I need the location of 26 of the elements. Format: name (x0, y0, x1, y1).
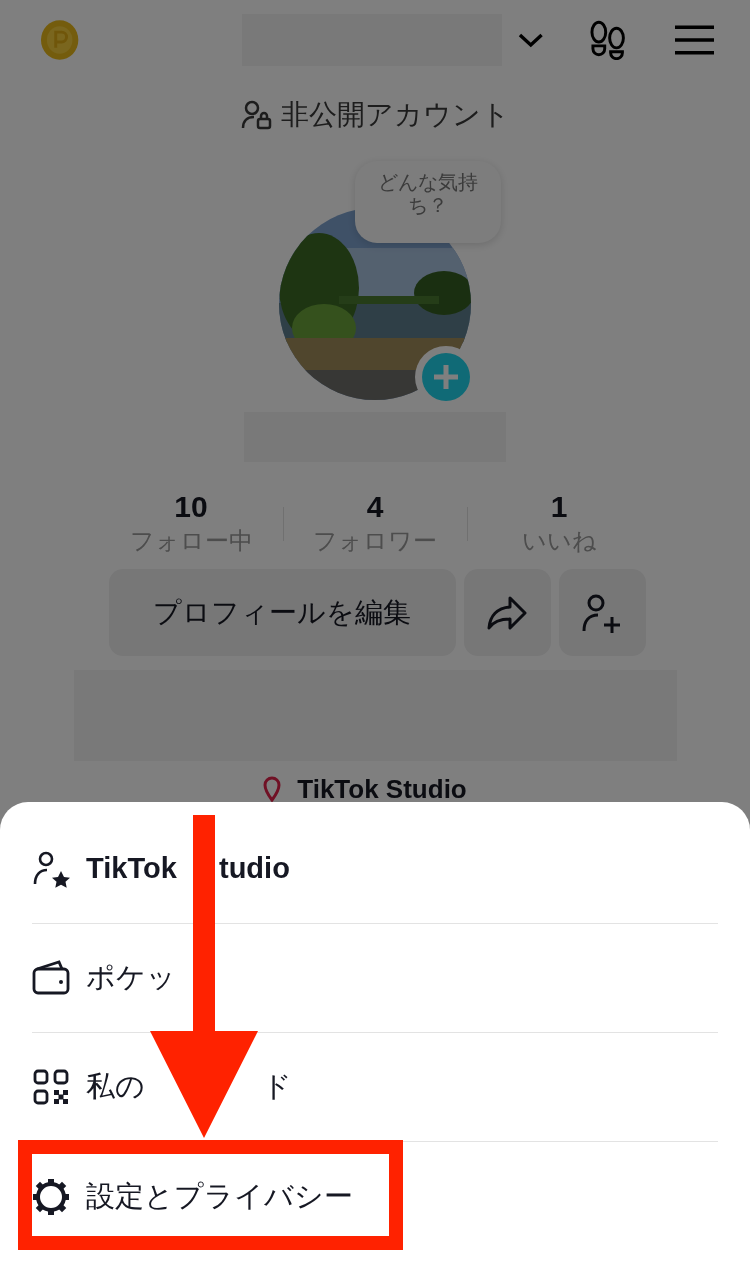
menu-label: ポケッ (86, 960, 176, 996)
stat-count: 4 (366, 490, 384, 524)
footprints-icon[interactable] (589, 20, 627, 60)
wallet-icon (32, 959, 70, 997)
stat-count: 1 (550, 490, 568, 524)
menu-label: ド (262, 1069, 292, 1105)
qr-code-icon (32, 1068, 70, 1106)
menu-label: TikTok (86, 851, 177, 887)
edit-profile-button[interactable]: プロフィールを編集 (108, 569, 456, 656)
menu-label: tudio (219, 851, 290, 887)
add-friend-button[interactable] (558, 569, 646, 656)
share-button[interactable] (463, 569, 551, 656)
person-add-icon (581, 592, 623, 633)
person-star-icon (32, 850, 70, 888)
menu-label: 私の (86, 1069, 145, 1105)
settings-icon (32, 1177, 70, 1216)
person-lock-icon (240, 100, 273, 130)
chevron-down-icon[interactable] (517, 32, 544, 48)
menu-icon[interactable] (674, 25, 714, 55)
menu-item[interactable]: 設定とプライバシー (32, 1142, 718, 1251)
pin-icon (263, 776, 282, 802)
mood-bubble[interactable]: どんな気持ち？ (355, 161, 501, 243)
menu-label: 設定とプライバシー (86, 1178, 353, 1214)
stat-count: 10 (174, 490, 208, 524)
share-icon (486, 594, 528, 631)
private-account-label: 非公開アカウント (280, 98, 510, 132)
